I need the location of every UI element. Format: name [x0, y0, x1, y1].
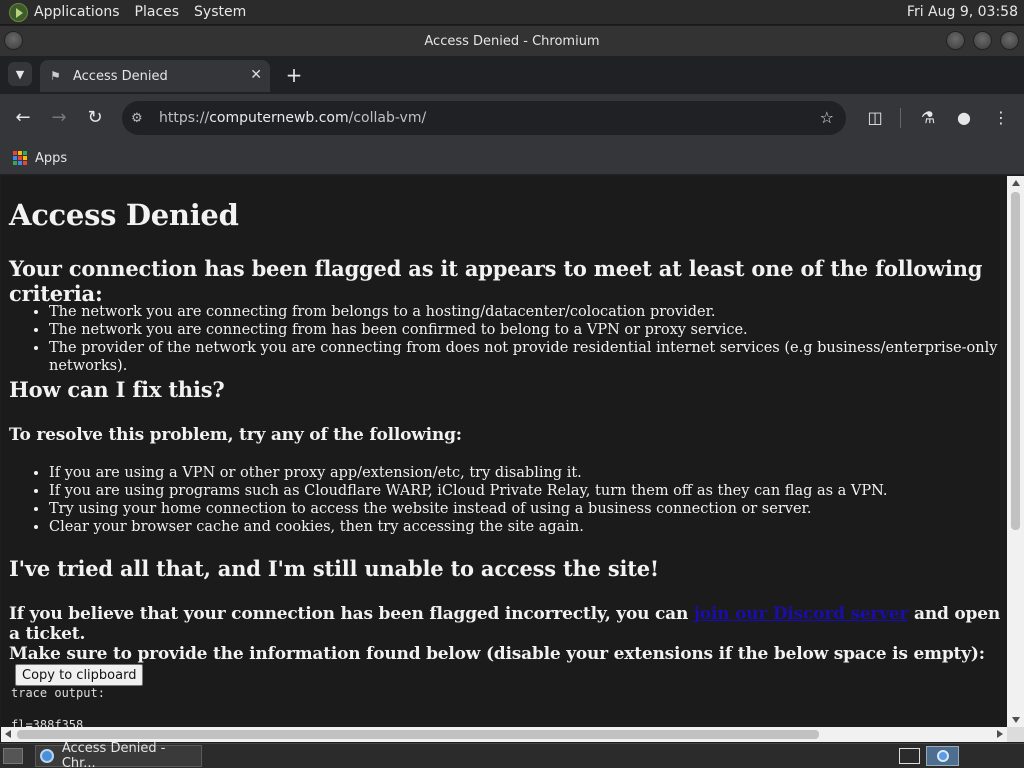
reload-button[interactable]: ↻ [83, 106, 107, 130]
toolbar-divider [900, 108, 901, 128]
list-item: The provider of the network you are conn… [49, 339, 1007, 375]
page-heading: Access Denied [9, 198, 239, 232]
chromium-icon [936, 750, 949, 762]
places-menu[interactable]: Places [135, 4, 180, 20]
apps-grid-dot [13, 161, 17, 165]
taskbar-window-button[interactable]: Access Denied - Chr... [35, 741, 202, 768]
close-window-button[interactable] [1000, 31, 1019, 50]
list-item: The network you are connecting from belo… [49, 303, 1007, 321]
url-scheme: https:// [159, 110, 210, 126]
bookmark-star-icon[interactable]: ☆ [820, 108, 834, 127]
tab-strip: ▼ ⚑ Access Denied ✕ + [0, 56, 1024, 94]
vertical-scrollbar[interactable] [1007, 176, 1024, 727]
discord-link[interactable]: join our Discord server [694, 604, 909, 624]
chromium-icon [40, 749, 54, 763]
chevron-down-icon: ▼ [15, 67, 25, 81]
address-bar[interactable]: ⚙ https://computernewb.com/collab-vm/ ☆ [122, 101, 846, 135]
window-titlebar[interactable]: Access Denied - Chromium [0, 26, 1024, 56]
system-menu[interactable]: System [194, 4, 246, 20]
fix-heading: How can I fix this? [9, 377, 225, 402]
apps-grid-icon[interactable] [13, 151, 27, 165]
scroll-corner [1007, 727, 1024, 742]
labs-flask-icon[interactable]: ⚗ [916, 106, 940, 130]
forward-button[interactable]: → [47, 106, 71, 130]
list-item: Clear your browser cache and cookies, th… [49, 518, 888, 536]
url-text[interactable]: https://computernewb.com/collab-vm/ [159, 110, 426, 126]
taskbar-window-label: Access Denied - Chr... [61, 741, 166, 768]
trace-label: trace output: [11, 686, 105, 700]
provide-paragraph: Make sure to provide the information fou… [9, 644, 1007, 686]
horizontal-scrollbar[interactable] [1, 727, 1007, 742]
window-menu-button[interactable] [4, 31, 23, 50]
apps-bookmark[interactable]: Apps [35, 151, 67, 166]
list-item: If you are using a VPN or other proxy ap… [49, 464, 888, 482]
apps-grid-dot [13, 156, 17, 160]
scroll-right-icon[interactable] [997, 730, 1003, 738]
back-button[interactable]: ← [11, 106, 35, 130]
trace-output-line: fl=388f358 [11, 718, 84, 727]
bookmarks-bar: Apps [0, 142, 1024, 175]
list-item: The network you are connecting from has … [49, 321, 1007, 339]
copy-to-clipboard-button[interactable]: Copy to clipboard [15, 664, 144, 686]
believe-text-before: If you believe that your connection has … [9, 604, 694, 624]
url-path: /collab-vm/ [348, 110, 427, 126]
workspace-2[interactable] [926, 746, 959, 766]
apps-grid-dot [18, 156, 22, 160]
vertical-scroll-thumb[interactable] [1011, 192, 1020, 530]
profile-avatar-icon[interactable]: ● [952, 106, 976, 130]
new-tab-button[interactable]: + [284, 63, 304, 87]
tried-heading: I've tried all that, and I'm still unabl… [9, 556, 659, 581]
believe-paragraph: If you believe that your connection has … [9, 604, 1007, 644]
scroll-left-icon[interactable] [5, 730, 11, 738]
apps-grid-dot [13, 151, 17, 155]
criteria-heading: Your connection has been flagged as it a… [9, 256, 983, 306]
workspace-1[interactable] [899, 748, 920, 764]
tab-title: Access Denied [73, 68, 168, 84]
panel-menu: Applications Places System [0, 0, 269, 25]
list-item: If you are using programs such as Cloudf… [49, 482, 888, 500]
maximize-button[interactable] [973, 31, 992, 50]
provide-text: Make sure to provide the information fou… [9, 644, 985, 664]
window-title: Access Denied - Chromium [424, 33, 600, 49]
browser-toolbar: ← → ↻ ⚙ https://computernewb.com/collab-… [0, 94, 1024, 142]
fixes-list: If you are using a VPN or other proxy ap… [49, 464, 888, 536]
site-info-icon[interactable]: ⚙ [131, 111, 147, 126]
clock[interactable]: Fri Aug 9, 03:58 [907, 4, 1018, 20]
horizontal-scroll-thumb[interactable] [17, 730, 819, 739]
url-host: computernewb.com [209, 110, 349, 126]
apps-grid-dot [18, 161, 22, 165]
distro-logo-icon[interactable] [9, 2, 28, 22]
extensions-puzzle-icon[interactable]: ◫ [863, 106, 887, 130]
page-content: Access Denied Your connection has been f… [1, 176, 1007, 727]
apps-grid-dot [23, 161, 27, 165]
minimize-button[interactable] [946, 31, 965, 50]
scroll-up-icon[interactable] [1012, 180, 1020, 186]
tab-access-denied[interactable]: ⚑ Access Denied ✕ [40, 60, 270, 92]
criteria-list: The network you are connecting from belo… [49, 303, 1007, 375]
list-item: Try using your home connection to access… [49, 500, 888, 518]
apps-grid-dot [23, 156, 27, 160]
more-menu-icon[interactable]: ⋮ [989, 106, 1013, 130]
page-favicon-icon: ⚑ [50, 69, 61, 83]
applications-menu[interactable]: Applications [34, 4, 120, 20]
bottom-taskbar: Access Denied - Chr... [0, 741, 1024, 768]
top-panel: Applications Places System Fri Aug 9, 03… [0, 0, 1024, 25]
scroll-down-icon[interactable] [1012, 717, 1020, 723]
apps-grid-dot [18, 151, 22, 155]
resolve-heading: To resolve this problem, try any of the … [9, 425, 462, 445]
tab-search-button[interactable]: ▼ [8, 62, 32, 86]
tab-close-icon[interactable]: ✕ [250, 67, 262, 83]
show-desktop-icon[interactable] [3, 748, 23, 764]
apps-grid-dot [23, 151, 27, 155]
